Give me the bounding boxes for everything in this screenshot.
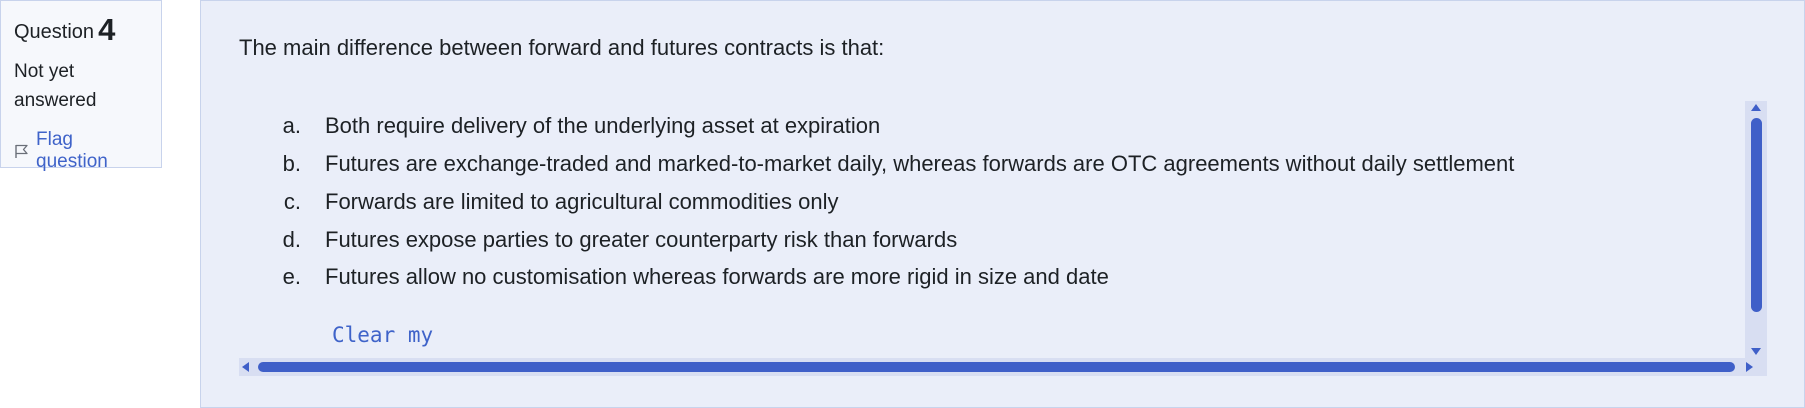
option-letter: b. xyxy=(282,151,301,176)
question-text: The main difference between forward and … xyxy=(239,35,885,60)
option-letter: d. xyxy=(282,227,301,252)
clear-choice-link[interactable]: Clear my xyxy=(332,323,433,347)
answer-option-e[interactable]: e. Futures allow no customisation wherea… xyxy=(239,257,1109,297)
question-label: Question xyxy=(14,21,95,43)
option-letter: e. xyxy=(282,264,301,289)
flag-question-label: Flag question xyxy=(36,129,108,172)
answer-scroll-area: a. Both require delivery of the underlyi… xyxy=(239,101,1769,376)
vertical-scrollbar[interactable] xyxy=(1745,101,1767,358)
horizontal-scrollbar[interactable] xyxy=(239,358,1767,376)
horizontal-scroll-thumb[interactable] xyxy=(258,362,1735,372)
answer-option-b[interactable]: b. Futures are exchange-traded and marke… xyxy=(239,144,1515,184)
answer-options: a. Both require delivery of the underlyi… xyxy=(239,101,1744,359)
option-letter: a. xyxy=(282,113,301,138)
answer-option-a[interactable]: a. Both require delivery of the underlyi… xyxy=(239,106,881,146)
scroll-left-arrow-icon[interactable] xyxy=(242,362,249,372)
question-number-heading: Question 4 xyxy=(14,13,149,49)
option-text: Futures expose parties to greater counte… xyxy=(325,227,958,252)
question-status: Not yet answered xyxy=(14,61,97,111)
option-letter: c. xyxy=(283,189,301,214)
scroll-up-arrow-icon[interactable] xyxy=(1751,104,1761,111)
question-content-panel: The main difference between forward and … xyxy=(200,0,1805,408)
option-text: Both require delivery of the underlying … xyxy=(325,113,881,138)
scroll-right-arrow-icon[interactable] xyxy=(1746,362,1753,372)
scroll-down-arrow-icon[interactable] xyxy=(1751,348,1761,355)
question-info-panel: Question 4 Not yet answered Flag question xyxy=(0,0,162,172)
answer-option-d[interactable]: d. Futures expose parties to greater cou… xyxy=(239,220,958,260)
option-text: Futures are exchange-traded and marked-t… xyxy=(325,151,1515,176)
option-text: Futures allow no customisation whereas f… xyxy=(325,264,1109,289)
flag-outline-icon xyxy=(14,143,30,159)
vertical-scroll-thumb[interactable] xyxy=(1751,118,1762,312)
option-text: Forwards are limited to agricultural com… xyxy=(325,189,839,214)
flag-question-link[interactable]: Flag question xyxy=(14,129,149,173)
question-number: 4 xyxy=(98,12,116,47)
answer-option-c[interactable]: c. Forwards are limited to agricultural … xyxy=(239,182,839,222)
